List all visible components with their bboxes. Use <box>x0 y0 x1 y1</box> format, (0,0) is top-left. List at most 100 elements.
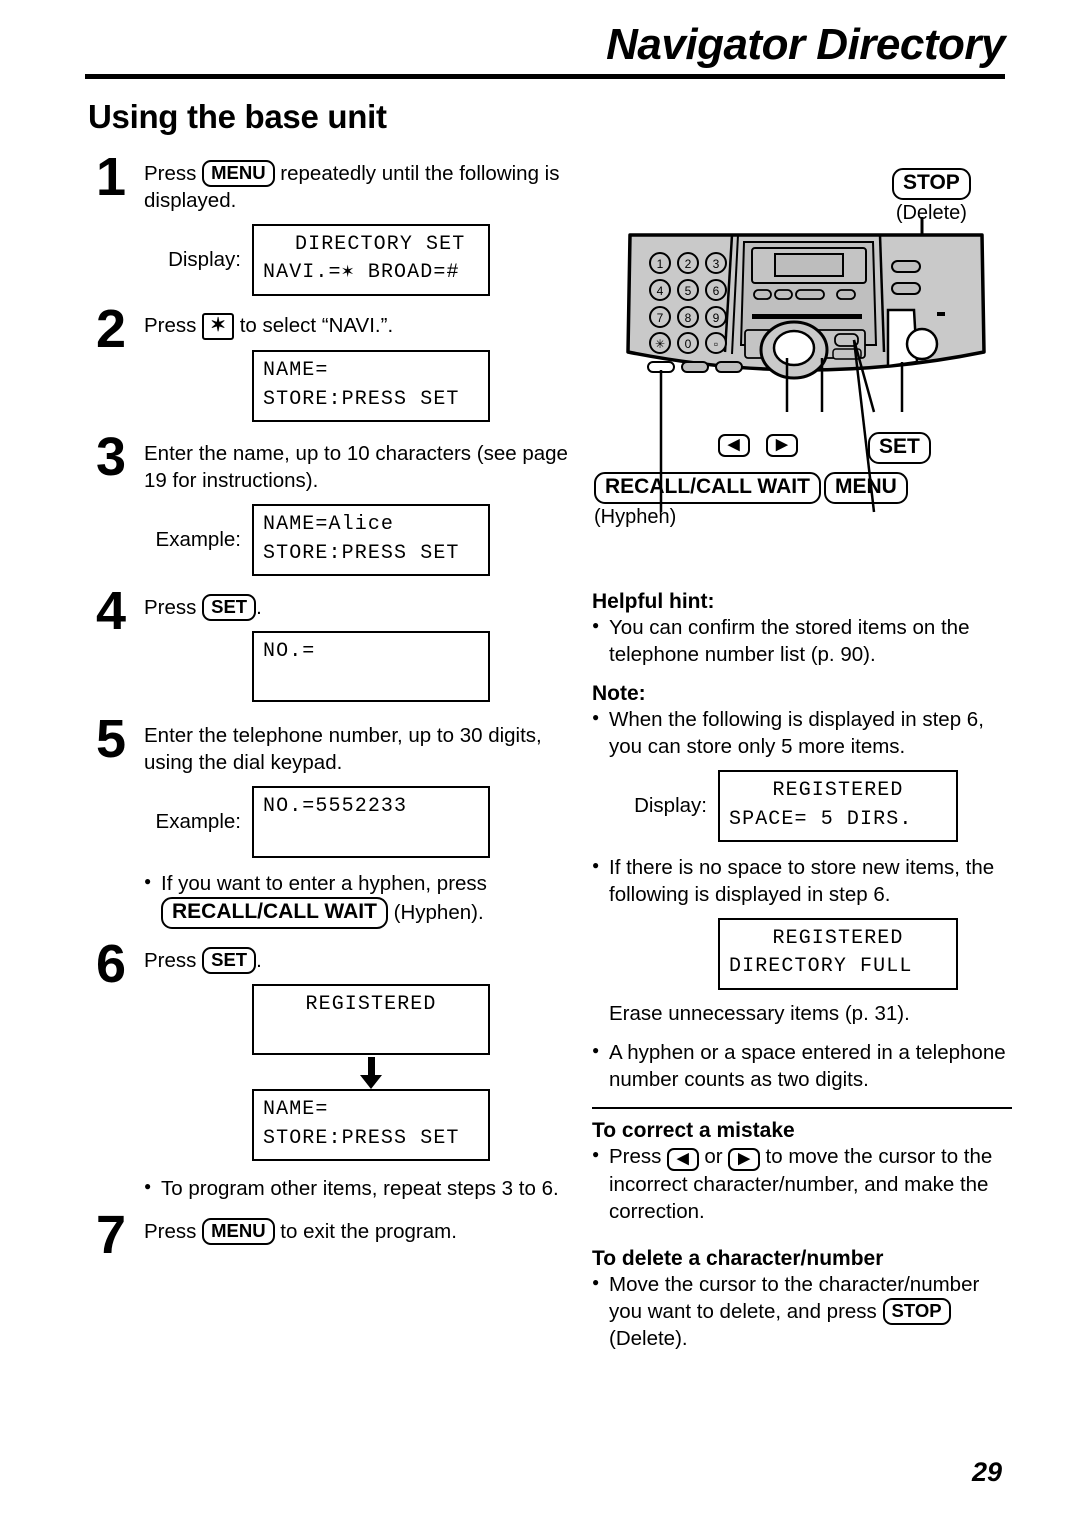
section-divider <box>592 1106 1012 1109</box>
lcd-line-2: STORE:PRESS SET <box>263 1126 460 1150</box>
keypad-digit-0: 0 <box>685 337 692 351</box>
lcd-line-1: REGISTERED <box>772 927 904 951</box>
left-arrow-key-chip[interactable]: ◀ <box>667 1147 699 1171</box>
lcd-display: NO.=5552233 <box>252 786 490 858</box>
note-heading: Note: <box>592 682 646 706</box>
note-display-row-1: Display: REGISTERED SPACE= 5 DIRS. <box>606 770 1012 842</box>
step-text-before: Press <box>144 313 197 337</box>
lcd-display-name: NAME= STORE:PRESS SET <box>252 1089 490 1161</box>
lcd-line-2: SPACE= 5 DIRS. <box>729 807 913 831</box>
lcd-line-2: STORE:PRESS SET <box>263 387 460 411</box>
erase-items-text: Erase unnecessary items (p. 31). <box>609 1001 910 1025</box>
step-text: Press MENU to exit the program. <box>144 1217 572 1245</box>
display-row: Display: DIRECTORY SET NAVI.=✶ BROAD=# <box>144 224 572 296</box>
keypad-digit-1: 1 <box>657 257 664 271</box>
note-bullet-1: When the following is displayed in step … <box>592 706 1012 760</box>
down-arrow-icon <box>252 1055 490 1090</box>
set-key-chip[interactable]: SET <box>868 432 931 464</box>
delete-character-bullet: Move the cursor to the character/number … <box>592 1271 1012 1352</box>
step-text-after: . <box>256 948 262 972</box>
keypad-key-asterisk: ✳ <box>655 337 665 351</box>
menu-key-chip[interactable]: MENU <box>202 160 275 187</box>
menu-callout: MENU <box>824 472 908 504</box>
correct-mistake-heading: To correct a mistake <box>592 1118 795 1142</box>
step-text: Press SET. <box>144 946 572 974</box>
left-arrow-key-chip[interactable]: ◀ <box>718 434 750 457</box>
keypad-digit-3: 3 <box>713 257 720 271</box>
lcd-line-2 <box>263 822 479 850</box>
page-header: Navigator Directory <box>85 21 1006 80</box>
recall-callout: RECALL/CALL WAIT (Hyphen) <box>594 472 821 529</box>
step-text: Press SET. <box>144 593 572 621</box>
step-text-before: Press <box>144 1219 197 1243</box>
page-number: 29 <box>971 1457 1002 1487</box>
header-divider <box>85 74 1005 80</box>
menu-key-chip[interactable]: MENU <box>202 1217 275 1245</box>
asterisk-key-chip[interactable]: ✶ <box>202 312 235 341</box>
keypad-digit-9: 9 <box>713 311 720 325</box>
instructions-column: 1 Press MENU repeatedly until the follow… <box>82 150 572 1262</box>
helpful-hint-heading: Helpful hint: <box>592 590 715 613</box>
keypad-digit-4: 4 <box>657 284 664 298</box>
lcd-line-1: NAME=Alice <box>263 513 395 537</box>
lcd-line-2: DIRECTORY FULL <box>729 955 913 979</box>
keypad-digit-7: 7 <box>657 311 664 325</box>
stop-key-chip[interactable]: STOP <box>892 168 971 200</box>
step-text: Press MENU repeatedly until the followin… <box>144 160 572 214</box>
keypad-key-pound: ▫ <box>714 337 718 351</box>
lcd-display: DIRECTORY SET NAVI.=✶ BROAD=# <box>252 224 490 296</box>
left-arrow-callout: ◀ <box>718 434 750 457</box>
set-callout: SET <box>868 432 931 464</box>
lcd-display: NAME=Alice STORE:PRESS SET <box>252 504 490 576</box>
lcd-line-2: NAVI.=✶ BROAD=# <box>263 261 460 285</box>
step-number: 1 <box>95 147 127 207</box>
recall-call-wait-key-chip[interactable]: RECALL/CALL WAIT <box>161 896 388 929</box>
step-text: Press ✶ to select “NAVI.”. <box>144 312 572 341</box>
lcd-line-1: DIRECTORY SET <box>295 233 466 257</box>
step-1: 1 Press MENU repeatedly until the follow… <box>82 150 572 296</box>
display-label: Display: <box>634 794 707 818</box>
step-3: 3 Enter the name, up to 10 characters (s… <box>82 430 572 576</box>
lcd-line-1: REGISTERED <box>772 779 904 803</box>
display-row: NAME= STORE:PRESS SET <box>144 350 572 423</box>
stop-key-chip[interactable]: STOP <box>882 1297 951 1325</box>
keypad-digit-2: 2 <box>685 257 692 271</box>
set-key-chip[interactable]: SET <box>202 946 257 974</box>
lcd-line-2: STORE:PRESS SET <box>263 541 460 565</box>
step-6: 6 Press SET. REGISTERED NAME= STORE:PRES… <box>82 937 572 1202</box>
recall-call-wait-key-chip[interactable]: RECALL/CALL WAIT <box>594 472 821 504</box>
note-bullet-2: If there is no space to store new items,… <box>592 854 1012 908</box>
correct-mistake-bullet: Press ◀ or ▶ to move the cursor to the i… <box>592 1143 1012 1225</box>
step-text: Enter the telephone number, up to 30 dig… <box>144 724 542 775</box>
stop-callout-sublabel: (Delete) <box>895 201 967 224</box>
right-arrow-key-chip[interactable]: ▶ <box>728 1147 760 1171</box>
step-5: 5 Enter the telephone number, up to 30 d… <box>82 712 572 929</box>
keypad-digit-8: 8 <box>685 311 692 325</box>
step-7: 7 Press MENU to exit the program. <box>82 1208 572 1262</box>
display-row: Example: NO.=5552233 <box>144 786 572 858</box>
step-text-after: . <box>256 595 262 619</box>
step-text-before: Press <box>144 595 197 619</box>
note-bullet-3: A hyphen or a space entered in a telepho… <box>592 1039 1012 1093</box>
menu-key-chip[interactable]: MENU <box>824 472 908 504</box>
lcd-line-1: NO.=5552233 <box>263 795 408 819</box>
stop-callout: STOP (Delete) <box>892 168 971 225</box>
bullet-text-before: If you want to enter a hyphen, press <box>161 871 487 895</box>
display-row: REGISTERED <box>144 983 572 1056</box>
lcd-line-2 <box>263 666 479 694</box>
bullet-text-before: Press <box>609 1144 662 1168</box>
step-number: 5 <box>95 709 127 770</box>
step-text-before: Press <box>144 162 197 185</box>
step-number: 3 <box>95 427 127 488</box>
display-label: Display: <box>168 247 241 271</box>
lcd-line-1: NAME= <box>263 359 329 383</box>
lcd-display: NAME= STORE:PRESS SET <box>252 350 490 423</box>
device-callouts: ◀ ▶ SET RECALL/CALL WAIT (Hyphen) MENU <box>592 420 1017 530</box>
right-arrow-key-chip[interactable]: ▶ <box>766 434 798 457</box>
repeat-steps-bullet: To program other items, repeat steps 3 t… <box>144 1175 572 1202</box>
set-key-chip[interactable]: SET <box>202 593 257 621</box>
lcd-display-space: REGISTERED SPACE= 5 DIRS. <box>718 770 958 842</box>
step-number: 2 <box>95 298 127 359</box>
step-text-after: to select “NAVI.”. <box>239 313 394 337</box>
step-4: 4 Press SET. NO.= <box>82 584 572 703</box>
